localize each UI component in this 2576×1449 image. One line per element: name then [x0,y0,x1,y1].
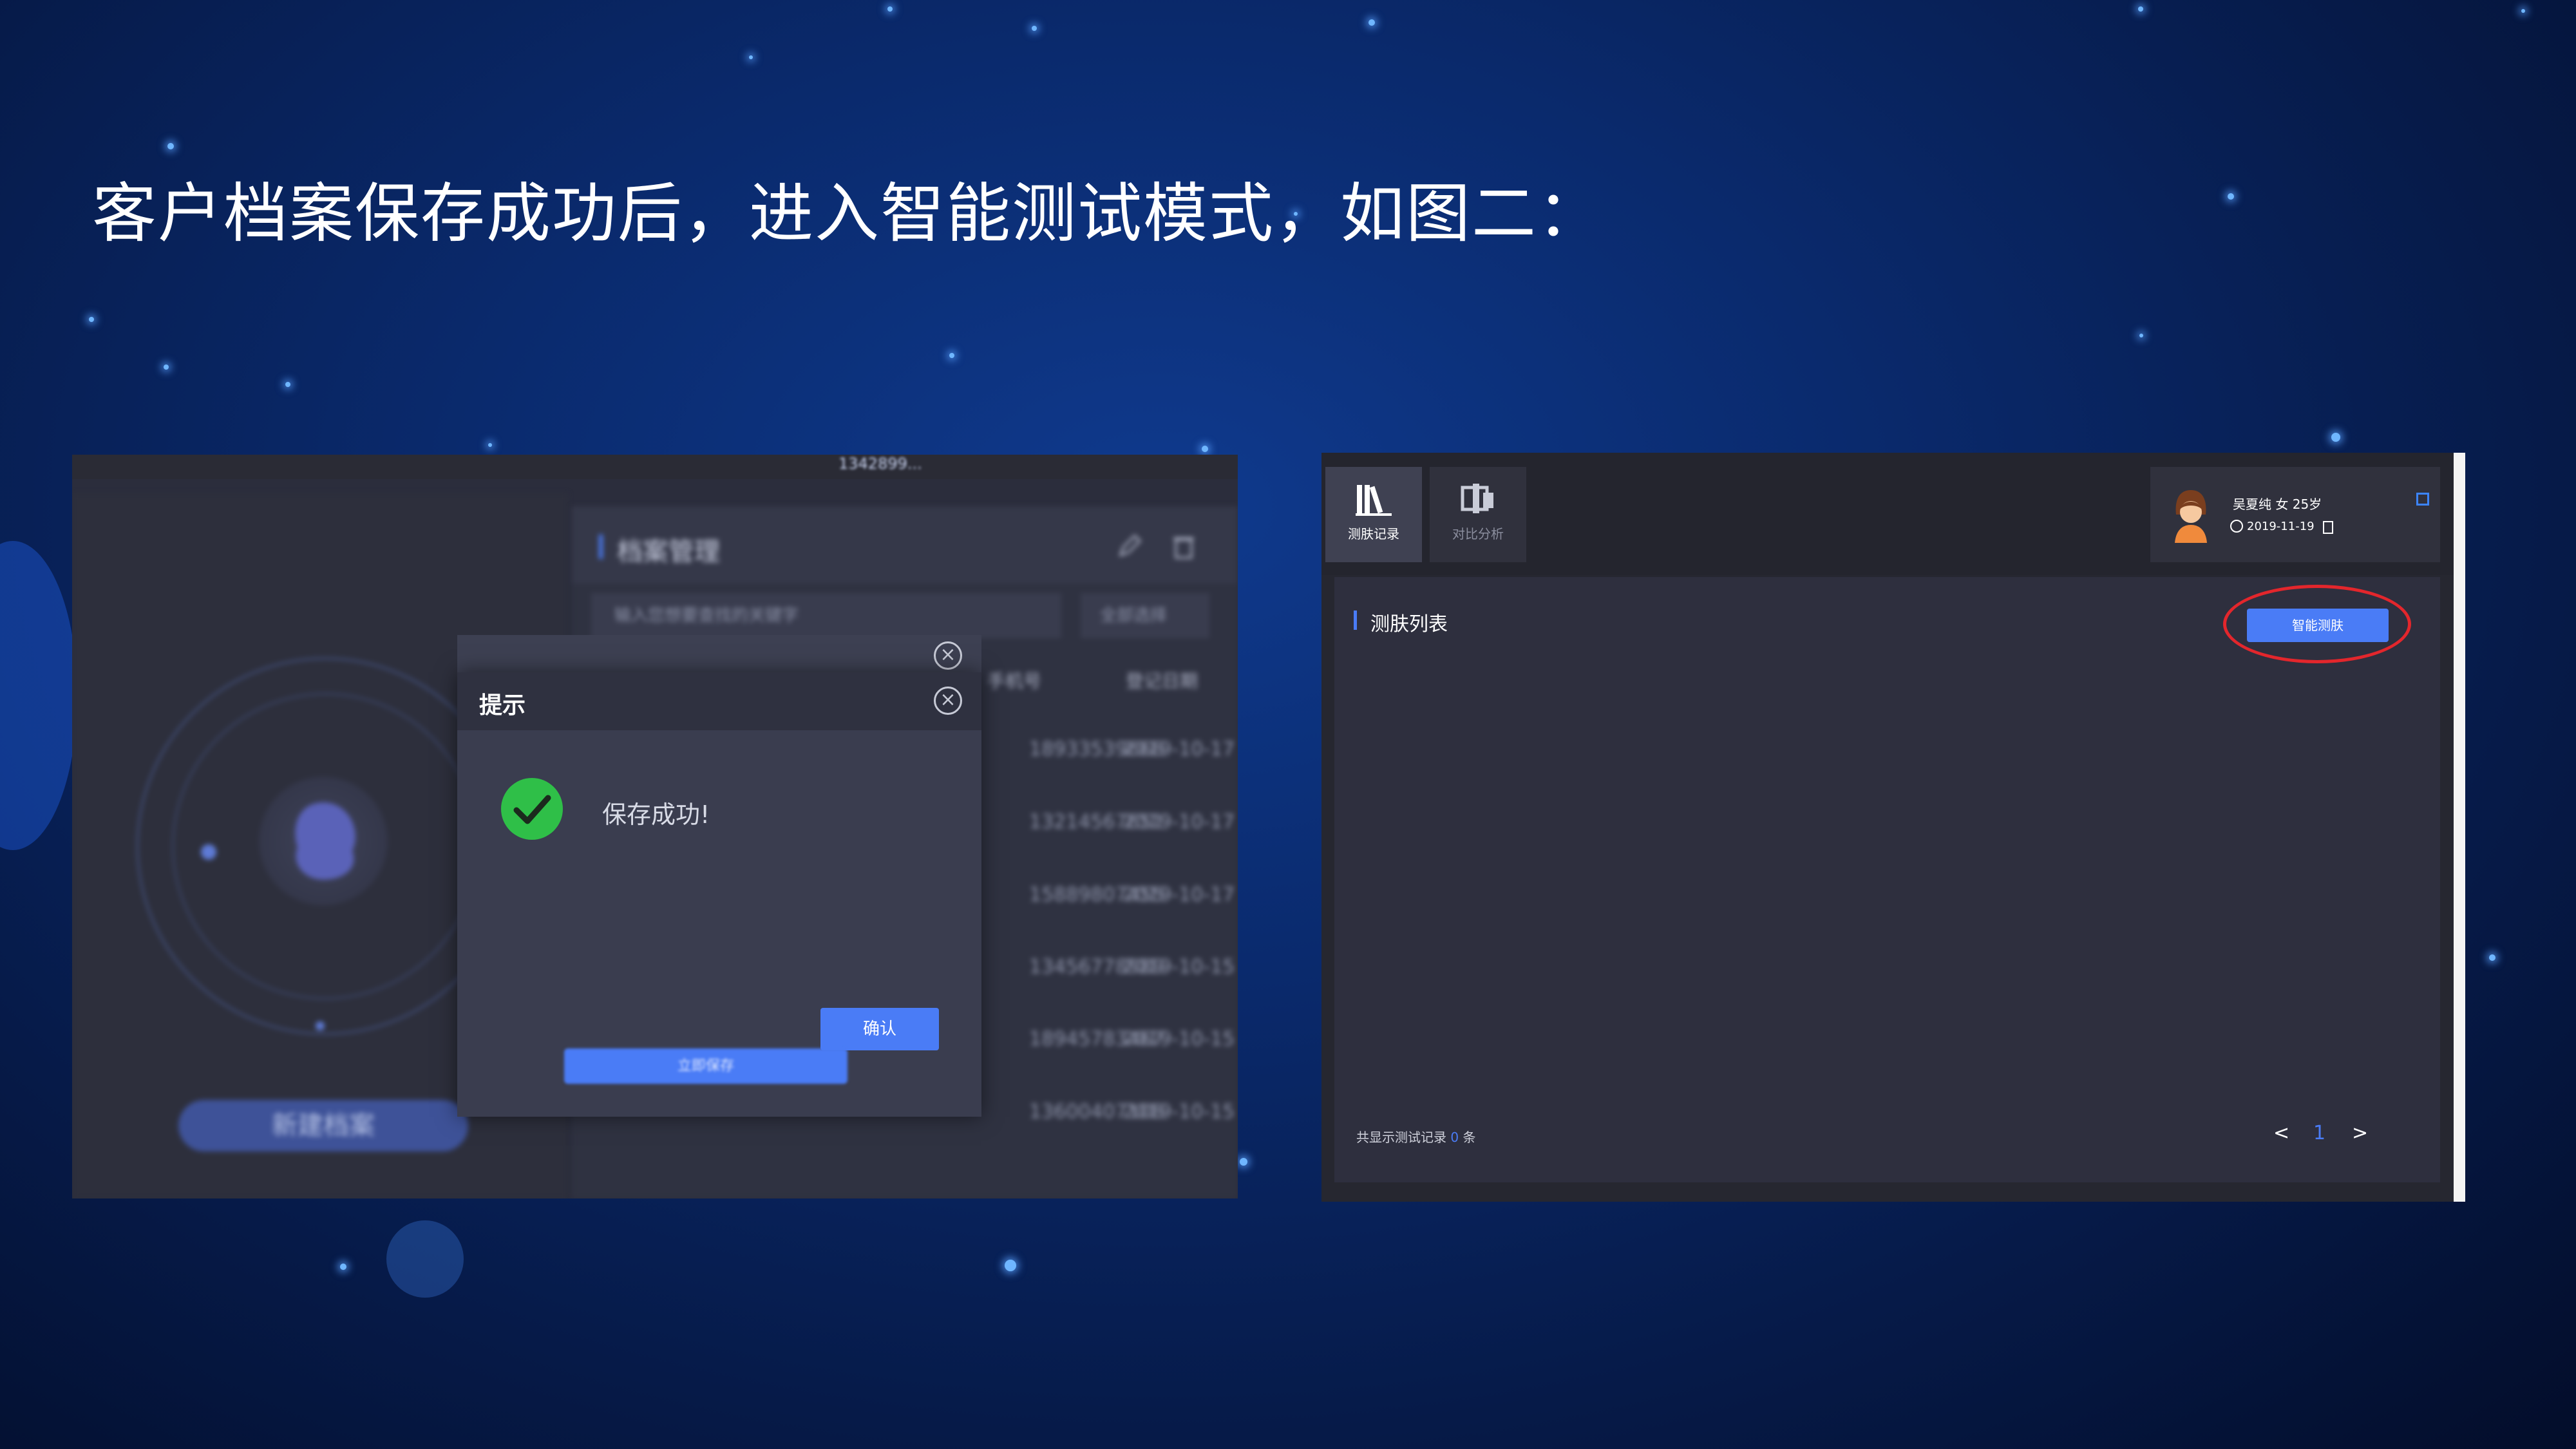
dialog-message: 保存成功! [602,800,710,829]
table-cell-date: 2019-10-15 [1122,1101,1235,1123]
footer-suffix: 条 [1463,1130,1476,1145]
section-title: 测肤列表 [1370,613,1448,636]
table-cell-date: 2019-10-15 [1122,1028,1235,1050]
screenshot-profile-saved: 1342899... 新建档案 档案管理 输入您想要查找的关键字 全部选择 手机… [72,455,1238,1198]
trash-icon[interactable] [1171,532,1197,560]
topbar-phone: 1342899... [838,455,922,473]
record-count: 0 [1450,1130,1459,1145]
background-star [1368,19,1375,26]
table-cell-date: 2019-10-17 [1122,811,1235,833]
tab-compare-analysis[interactable]: 对比分析 [1430,467,1526,562]
skin-test-list-panel: 测肤列表 智能测肤 共显示测试记录 0 条 < 1 > [1334,577,2440,1182]
avatar [2175,490,2207,543]
success-check-icon [501,778,563,840]
tab-label: 测肤记录 [1348,526,1399,542]
background-star [2139,334,2143,337]
table-cell-date: 2019-10-17 [1122,884,1235,906]
filter-select[interactable]: 全部选择 [1081,593,1209,638]
table-cell-date: 2019-10-17 [1122,738,1235,761]
background-star [1202,446,1208,452]
customer-date: 2019-11-19 [2247,520,2315,533]
compare-icon [1461,484,1493,513]
background-star [164,365,169,370]
background-star [2521,9,2525,13]
customer-profile-card: 吴夏纯 女 25岁 2019-11-19 [2150,467,2440,562]
edit-icon[interactable] [1115,532,1144,560]
background-star [488,443,492,447]
panel-header: 档案管理 [572,506,1238,583]
female-silhouette-icon [295,802,355,880]
background-glow [386,1220,464,1298]
orbit-dot [201,844,216,860]
column-header-phone: 手机号 [987,670,1042,692]
background-star [285,382,290,387]
save-now-button[interactable]: 立即保存 [564,1048,848,1084]
calendar-icon [2323,521,2333,534]
top-toolbar: 测肤记录 对比分析 吴夏纯 女 25岁 2019-11-19 [1321,453,2463,575]
dialog-backdrop-layer: × [457,635,981,674]
screenshot-skin-test: 测肤记录 对比分析 吴夏纯 女 25岁 2019-11-19 测肤列表 智能测肤… [1321,453,2463,1202]
close-icon[interactable]: × [934,641,962,670]
dialog-title: 提示 [479,692,526,719]
close-icon[interactable]: × [934,687,962,715]
pagination-prev[interactable]: < [2273,1122,2289,1144]
background-star [2228,193,2234,200]
footer-prefix: 共显示测试记录 [1356,1130,1446,1145]
background-star [2489,954,2496,961]
background-star [887,6,893,12]
pagination-next[interactable]: > [2352,1122,2368,1144]
background-star [1240,1158,1247,1166]
tab-skin-records[interactable]: 测肤记录 [1325,467,1422,562]
tab-label: 对比分析 [1452,526,1504,542]
avatar-placeholder [259,777,388,905]
background-glow [0,541,77,850]
background-star [2331,433,2340,442]
customer-name-line: 吴夏纯 女 25岁 [2233,497,2322,512]
new-profile-button[interactable]: 新建档案 [178,1100,468,1151]
panel-title: 档案管理 [617,537,720,567]
edge-strip [2454,453,2465,1202]
background-star [340,1264,346,1270]
background-star [89,317,94,322]
background-star [1005,1260,1016,1271]
pagination-current[interactable]: 1 [2313,1122,2325,1144]
table-cell-date: 2019-10-15 [1122,956,1235,978]
title-accent-bar [599,535,603,559]
highlight-annotation [2223,585,2411,663]
page-heading: 客户档案保存成功后，进入智能测试模式，如图二： [92,176,1603,251]
confirm-button[interactable]: 确认 [820,1008,939,1050]
books-icon [1356,485,1392,516]
background-star [1032,26,1037,31]
orbit-dot [316,1021,325,1030]
record-count-footer: 共显示测试记录 0 条 [1356,1127,1475,1146]
dialog-header: 提示 × [457,672,981,730]
edit-profile-icon[interactable] [2416,493,2429,506]
background-star [949,353,954,358]
background-star [2138,6,2143,12]
clock-icon [2230,520,2243,533]
title-accent-bar [1354,611,1357,630]
column-header-date: 登记日期 [1126,670,1198,692]
window-topbar: 1342899... [72,455,1238,479]
search-input[interactable]: 输入您想要查找的关键字 [591,593,1061,638]
background-star [749,55,753,59]
background-star [167,143,174,149]
